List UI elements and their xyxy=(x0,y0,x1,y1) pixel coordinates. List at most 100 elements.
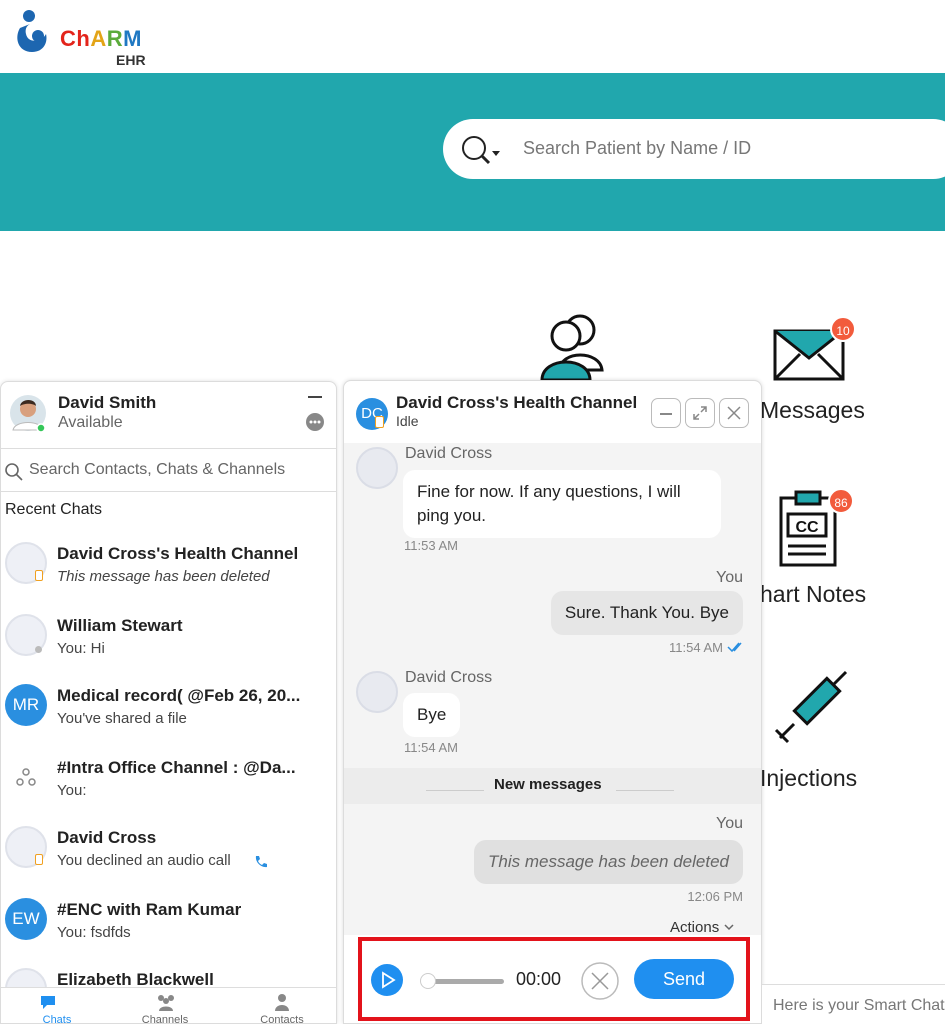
chat-window: DC David Cross's Health Channel Idle Dav… xyxy=(343,380,762,1024)
logo-wordmark: ChARM xyxy=(60,26,142,51)
top-bar: ChARM EHR xyxy=(0,0,945,73)
play-icon[interactable] xyxy=(370,963,404,997)
chat-item-william-stewart[interactable]: William Stewart You: Hi xyxy=(1,610,331,680)
message-bubble[interactable]: Fine for now. If any questions, I will p… xyxy=(403,470,721,538)
new-messages-divider: New messages xyxy=(344,768,761,804)
chat-item-medical-record[interactable]: MR Medical record( @Feb 26, 20... You've… xyxy=(1,680,331,750)
chart-notes-label[interactable]: hart Notes xyxy=(760,581,866,608)
chat-item-david-cross[interactable]: David Cross You declined an audio call xyxy=(1,822,331,892)
actions-label: Actions xyxy=(670,919,720,936)
message-sender: David Cross xyxy=(405,445,493,462)
chat-title: #Intra Office Channel : @Da... xyxy=(57,758,296,777)
message-sender: David Cross xyxy=(405,669,493,686)
smart-chat-input[interactable]: Here is your Smart Chat xyxy=(762,984,945,1024)
injections-label[interactable]: Injections xyxy=(760,765,857,792)
playback-track[interactable] xyxy=(424,979,504,984)
contacts-search[interactable]: Search Contacts, Chats & Channels xyxy=(1,448,336,492)
chat-title: #ENC with Ram Kumar xyxy=(57,900,242,919)
message-sender: You xyxy=(716,815,743,832)
more-options-icon[interactable] xyxy=(305,412,325,432)
patient-search[interactable]: Search Patient by Name / ID xyxy=(443,119,945,179)
expand-icon xyxy=(693,406,707,420)
chat-item-health-channel[interactable]: David Cross's Health Channel This messag… xyxy=(1,538,331,608)
chat-preview: This message has been deleted xyxy=(57,568,270,585)
chat-title: David Cross's Health Channel xyxy=(57,544,299,563)
smart-chat-placeholder[interactable]: Here is your Smart Chat xyxy=(773,997,945,1015)
search-icon xyxy=(5,463,23,481)
person-icon xyxy=(275,994,289,1011)
search-input[interactable]: Search Patient by Name / ID xyxy=(523,138,751,159)
charm-logo[interactable]: ChARM EHR xyxy=(12,8,162,68)
tab-chats[interactable]: Chats xyxy=(1,988,113,1024)
chat-preview: You've shared a file xyxy=(57,710,187,727)
tab-label: Chats xyxy=(42,1014,72,1024)
message-bubble[interactable]: Bye xyxy=(403,693,461,737)
chat-preview: You: xyxy=(57,782,87,799)
chat-preview: You: Hi xyxy=(57,640,105,657)
recording-time: 00:00 xyxy=(516,969,562,989)
chat-item-intra-office[interactable]: #Intra Office Channel : @Da... You: xyxy=(1,752,331,822)
playback-knob[interactable] xyxy=(420,973,436,989)
svg-text:CC: CC xyxy=(795,519,819,536)
avatar: EW xyxy=(5,898,47,940)
close-button[interactable] xyxy=(719,398,749,428)
message-time: 11:54 AM xyxy=(669,640,723,655)
chat-status: Idle xyxy=(396,413,419,429)
close-icon xyxy=(727,406,741,420)
logo-ehr: EHR xyxy=(116,52,146,68)
message-sender: You xyxy=(716,569,743,586)
chat-title: Medical record( @Feb 26, 20... xyxy=(57,686,301,705)
send-button[interactable]: Send xyxy=(634,959,734,999)
messages-label[interactable]: Messages xyxy=(760,397,865,424)
minimize-icon xyxy=(660,413,672,415)
chat-item-enc-ram-kumar[interactable]: EW #ENC with Ram Kumar You: fsdfds xyxy=(1,894,331,964)
cancel-recording-icon[interactable] xyxy=(580,961,620,1001)
group-icon xyxy=(158,995,174,1011)
voice-recorder: 00:00 Send xyxy=(358,937,750,1021)
chat-title: David Cross xyxy=(57,828,157,847)
tab-label: Channels xyxy=(141,1014,189,1024)
logo-mark-icon xyxy=(17,10,47,52)
chevron-down-icon xyxy=(724,924,734,931)
chat-title: David Cross's Health Channel xyxy=(396,393,638,412)
user-avatar[interactable] xyxy=(9,394,47,434)
offline-dot-icon xyxy=(35,646,42,653)
avatar xyxy=(356,671,398,713)
mobile-icon xyxy=(35,854,43,865)
expand-button[interactable] xyxy=(685,398,715,428)
avatar xyxy=(356,447,398,489)
chat-bubble-icon xyxy=(41,996,55,1009)
chart-notes-badge: 86 xyxy=(828,488,854,514)
avatar: MR xyxy=(5,684,47,726)
minimize-button[interactable] xyxy=(651,398,681,428)
contacts-search-input[interactable]: Search Contacts, Chats & Channels xyxy=(29,461,285,479)
messages-badge: 10 xyxy=(830,316,856,342)
recent-chats-heading: Recent Chats xyxy=(5,501,102,518)
mobile-icon xyxy=(35,570,43,581)
message-time: 12:06 PM xyxy=(687,889,743,904)
message-time: 11:53 AM xyxy=(404,538,458,553)
search-icon xyxy=(462,136,500,165)
message-bubble[interactable]: Sure. Thank You. Bye xyxy=(550,591,743,635)
read-receipt-icon xyxy=(727,642,742,653)
divider-line xyxy=(426,790,484,791)
chat-preview: You: fsdfds xyxy=(57,924,131,941)
chat-title: William Stewart xyxy=(57,616,183,635)
user-status[interactable]: Available xyxy=(58,414,123,432)
syringe-icon[interactable] xyxy=(772,666,852,746)
divider-line xyxy=(616,790,674,791)
message-bubble[interactable]: This message has been deleted xyxy=(474,840,743,884)
phone-icon xyxy=(255,856,267,868)
contacts-panel: David Smith Available Search Contacts, C… xyxy=(0,381,337,1024)
tab-channels[interactable]: Channels xyxy=(109,988,221,1024)
patients-icon[interactable] xyxy=(536,310,610,382)
user-name: David Smith xyxy=(58,393,157,412)
message-time: 11:54 AM xyxy=(404,740,458,755)
mobile-icon xyxy=(375,416,384,428)
actions-menu[interactable]: Actions xyxy=(670,919,735,936)
message-list[interactable]: David Cross Fine for now. If any questio… xyxy=(344,443,761,935)
channel-icon xyxy=(16,768,36,786)
tab-contacts[interactable]: Contacts xyxy=(226,988,336,1024)
minimize-icon[interactable] xyxy=(308,396,322,398)
tab-label: Contacts xyxy=(260,1014,304,1024)
